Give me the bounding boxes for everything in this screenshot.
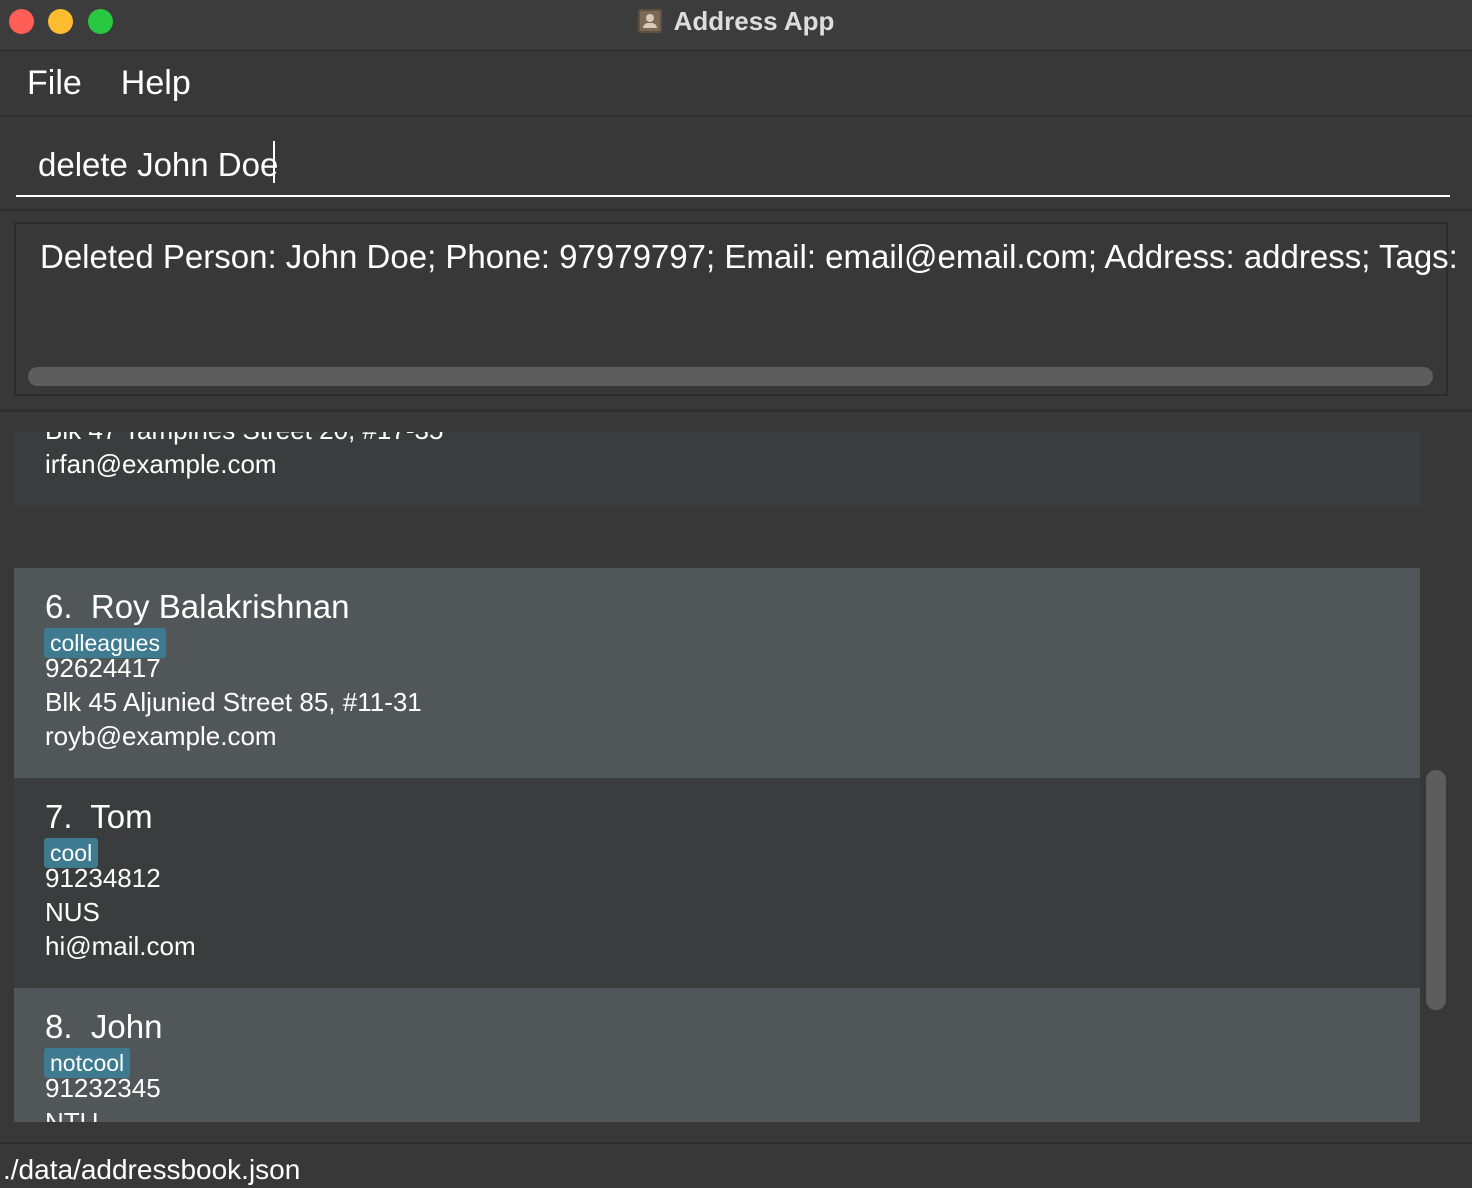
person-name: 6. Roy Balakrishnan (45, 588, 350, 626)
app-window: Address App File Help Deleted Person: Jo… (0, 0, 1472, 1188)
person-name-text: John (90, 1008, 163, 1045)
person-card[interactable]: classmates 92492021 Blk 47 Tampines Stre… (14, 432, 1420, 506)
address-book-icon (637, 9, 662, 33)
result-display: Deleted Person: John Doe; Phone: 9797979… (14, 222, 1458, 396)
person-email: irfan@example.com (45, 449, 277, 479)
menu-bar: File Help (0, 51, 1472, 117)
person-address: NUS (45, 897, 100, 927)
title-group: Address App (0, 6, 1472, 36)
person-email: hi@mail.com (45, 931, 196, 961)
person-index: 8. (45, 1008, 73, 1045)
command-input[interactable] (16, 135, 1450, 197)
person-address: Blk 45 Aljunied Street 85, #11-31 (45, 687, 422, 717)
result-horizontal-scrollbar[interactable] (28, 367, 1433, 386)
person-phone: 92624417 (45, 653, 161, 683)
text-caret (273, 141, 275, 183)
person-index: 7. (45, 798, 73, 835)
person-card[interactable]: 6. Roy Balakrishnan colleagues 92624417 … (14, 568, 1420, 778)
person-name: 8. John (45, 1008, 162, 1046)
person-name-text: Tom (90, 798, 153, 835)
status-bar: ./data/addressbook.json (0, 1142, 1472, 1188)
person-phone: 91232345 (45, 1073, 161, 1103)
person-card[interactable]: 8. John notcool 91232345 NTU (14, 988, 1420, 1122)
person-list-panel: classmates 92492021 Blk 47 Tampines Stre… (0, 412, 1472, 1142)
person-address: NTU (45, 1107, 99, 1122)
person-name-text: Roy Balakrishnan (90, 588, 350, 625)
person-name: 7. Tom (45, 798, 153, 836)
person-card[interactable]: 7. Tom cool 91234812 NUS hi@mail.com (14, 778, 1420, 988)
command-box-panel (0, 117, 1472, 211)
result-message: Deleted Person: John Doe; Phone: 9797979… (40, 238, 1458, 275)
person-email: royb@example.com (45, 721, 277, 751)
person-address: Blk 47 Tampines Street 20, #17-35 (45, 432, 443, 446)
window-title: Address App (673, 5, 835, 36)
person-index: 6. (45, 588, 73, 625)
list-vertical-scrollbar[interactable] (1426, 770, 1446, 1010)
person-phone: 91234812 (45, 863, 161, 893)
menu-file[interactable]: File (27, 64, 82, 103)
menu-help[interactable]: Help (121, 64, 191, 103)
result-display-panel: Deleted Person: John Doe; Phone: 9797979… (0, 211, 1472, 412)
person-list[interactable]: classmates 92492021 Blk 47 Tampines Stre… (14, 432, 1420, 1122)
status-file-path: ./data/addressbook.json (3, 1154, 301, 1185)
title-bar: Address App (0, 0, 1472, 51)
